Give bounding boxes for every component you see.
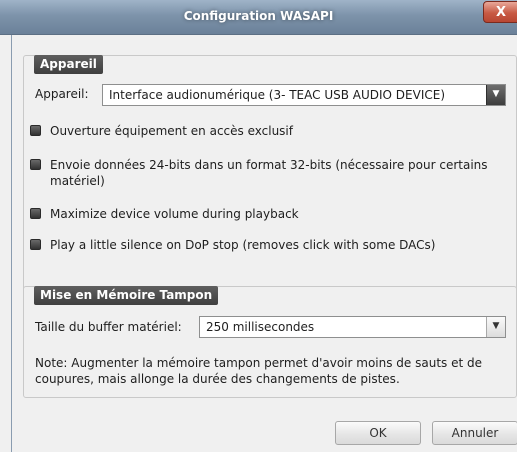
window-title: Configuration WASAPI: [183, 9, 334, 23]
dialog-client-area: Appareil Appareil: Interface audionuméri…: [11, 35, 517, 452]
option-label: Maximize device volume during playback: [50, 207, 299, 221]
buffer-group-title: Mise en Mémoire Tampon: [34, 286, 219, 305]
chevron-down-icon[interactable]: ▼: [486, 85, 505, 105]
device-group-title: Appareil: [34, 55, 103, 74]
buffer-note: Note: Augmenter la mémoire tampon permet…: [35, 356, 482, 386]
option-dop-silence[interactable]: Play a little silence on DoP stop (remov…: [30, 237, 512, 253]
device-group: Appareil Appareil: Interface audionuméri…: [23, 55, 517, 300]
option-label: Play a little silence on DoP stop (remov…: [50, 238, 436, 252]
device-label: Appareil:: [35, 87, 89, 101]
device-select-value: Interface audionumérique (3- TEAC USB AU…: [109, 88, 446, 102]
cancel-button[interactable]: Annuler: [432, 421, 517, 445]
chevron-down-icon[interactable]: ▼: [486, 317, 505, 337]
option-exclusive-access[interactable]: Ouverture équipement en accès exclusif: [30, 123, 512, 139]
option-label: Ouverture équipement en accès exclusif: [50, 124, 293, 138]
option-maximize-volume[interactable]: Maximize device volume during playback: [30, 206, 512, 222]
option-24-in-32-bits[interactable]: Envoie données 24-bits dans un format 32…: [30, 157, 512, 189]
checkbox-24-in-32-bits[interactable]: [30, 159, 41, 170]
checkbox-exclusive-access[interactable]: [30, 125, 41, 136]
ok-button[interactable]: OK: [335, 421, 421, 445]
close-button[interactable]: X: [483, 1, 517, 23]
buffer-size-value: 250 millisecondes: [206, 320, 315, 334]
title-bar[interactable]: Configuration WASAPI X: [0, 0, 517, 35]
buffer-size-label: Taille du buffer matériel:: [35, 320, 182, 334]
option-label: Envoie données 24-bits dans un format 32…: [50, 158, 488, 188]
buffer-size-select[interactable]: 250 millisecondes ▼: [199, 316, 506, 338]
checkbox-maximize-volume[interactable]: [30, 208, 41, 219]
checkbox-dop-silence[interactable]: [30, 239, 41, 250]
device-select[interactable]: Interface audionumérique (3- TEAC USB AU…: [102, 84, 506, 106]
buffer-group: Mise en Mémoire Tampon Taille du buffer …: [23, 286, 517, 398]
